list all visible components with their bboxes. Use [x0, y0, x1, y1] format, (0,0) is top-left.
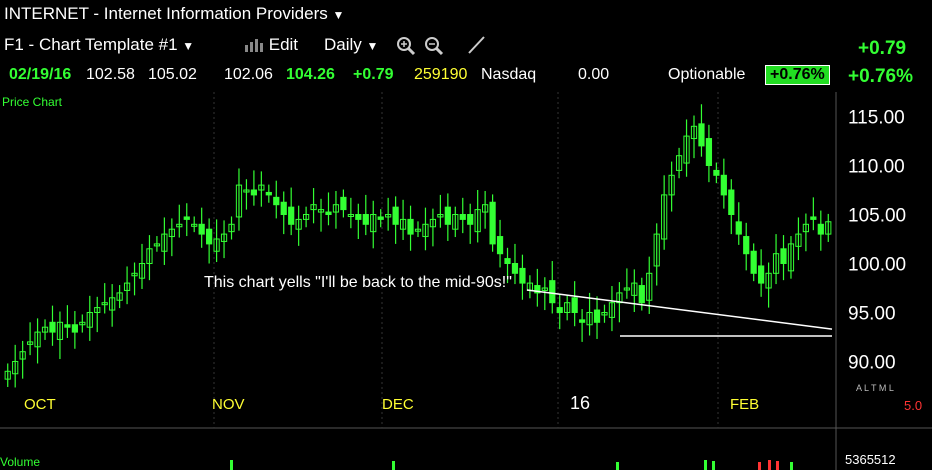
volume-bar — [392, 461, 395, 470]
scale-value: 5.0 — [904, 398, 923, 413]
zoom-in-icon[interactable] — [396, 36, 416, 61]
volume-bar — [712, 461, 715, 470]
y-tick-label: 100.00 — [848, 255, 906, 276]
template-selector[interactable]: F1 - Chart Template #1 ▼ — [4, 35, 194, 55]
volume-bar — [790, 462, 793, 470]
volume-panel-label: Volume — [0, 455, 41, 469]
candle-body — [743, 236, 750, 255]
candle-body — [810, 216, 817, 220]
x-tick-label: DEC — [382, 396, 414, 413]
quote-low: 102.06 — [224, 66, 273, 83]
quote-high: 105.02 — [148, 66, 197, 83]
y-tick-label: 90.00 — [848, 353, 896, 374]
y-tick-label: 95.00 — [848, 304, 896, 325]
volume-bar — [230, 460, 233, 470]
candle-body — [183, 216, 190, 220]
candle-body — [496, 236, 504, 255]
candle-body — [638, 285, 645, 304]
edit-button[interactable]: Edit — [244, 35, 298, 55]
candle-body — [392, 206, 399, 225]
quote-exchange: Nasdaq — [481, 66, 537, 83]
candle-body — [780, 248, 787, 265]
candle-body — [265, 191, 272, 196]
candle-body — [459, 214, 466, 220]
volume-bar — [768, 460, 771, 470]
candle-body — [64, 324, 71, 328]
zoom-out-icon[interactable] — [424, 36, 444, 61]
quote-row: 02/19/16 102.58 105.02 102.06 104.26 +0.… — [0, 64, 932, 86]
candle-body — [519, 267, 526, 284]
candle-body — [250, 189, 258, 196]
x-tick-label: NOV — [212, 396, 245, 413]
y-tick-label: 105.00 — [848, 206, 906, 227]
draw-line-icon[interactable] — [466, 35, 486, 60]
volume-bar — [776, 461, 779, 470]
candle-body — [273, 196, 280, 206]
candle-body — [325, 211, 332, 216]
candle-body — [377, 216, 384, 220]
candle-body — [206, 228, 213, 245]
scale-letters: A L T M L — [856, 383, 894, 393]
candle-body — [750, 250, 757, 274]
bar-chart-icon — [244, 37, 264, 52]
annotation-text: This chart yells "I'll be back to the mi… — [204, 274, 512, 291]
interval-dropdown-icon[interactable]: ▼ — [367, 39, 379, 53]
edit-label: Edit — [268, 35, 299, 54]
candle-body — [735, 221, 742, 235]
candle-body — [720, 174, 727, 196]
volume-value: 5365512 — [845, 452, 896, 467]
candle-body — [198, 223, 205, 235]
candle-body — [444, 206, 451, 225]
candle-body — [49, 321, 56, 333]
quote-date: 02/19/16 — [9, 66, 72, 83]
change-value: +0.79 — [858, 38, 907, 59]
candle-body — [549, 280, 556, 304]
candle-body — [511, 263, 519, 274]
template-name: F1 - Chart Template #1 — [4, 35, 178, 54]
price-panel-label: Price Chart — [2, 95, 63, 109]
candle-body — [280, 201, 287, 215]
quote-open: 102.58 — [86, 66, 135, 83]
candle-body — [593, 309, 601, 323]
optionable-label: Optionable — [668, 66, 746, 83]
x-tick-label: 16 — [570, 393, 590, 413]
candle-body — [571, 297, 578, 313]
candle-body — [362, 214, 369, 225]
candle-body — [489, 201, 496, 245]
candle-body — [407, 218, 414, 235]
y-tick-label: 115.00 — [848, 108, 905, 129]
candle-body — [705, 138, 713, 167]
percent-badge: +0.76% — [765, 65, 830, 85]
candle-body — [556, 307, 563, 314]
chart-title[interactable]: INTERNET - Internet Information Provider… — [4, 4, 344, 24]
quote-extra: 0.00 — [578, 66, 610, 83]
candle-body — [728, 189, 735, 215]
quote-volume: 259190 — [414, 66, 468, 83]
candle-body — [340, 196, 347, 211]
x-tick-label: OCT — [24, 396, 56, 413]
candle-body — [698, 123, 705, 147]
volume-bar — [758, 462, 761, 470]
candle-body — [355, 214, 362, 220]
candle-body — [467, 214, 474, 225]
title-dropdown-icon[interactable]: ▼ — [332, 8, 344, 22]
y-tick-label: 110.00 — [848, 157, 905, 178]
quote-change: +0.79 — [353, 66, 394, 83]
candle-body — [71, 324, 78, 333]
candle-body — [578, 319, 586, 323]
candle-body — [288, 206, 295, 225]
volume-bar — [704, 460, 707, 470]
candle-body — [713, 169, 720, 176]
candle-body — [817, 223, 824, 235]
quote-close: 104.26 — [286, 66, 335, 83]
chart-title-text: INTERNET - Internet Information Provider… — [4, 4, 328, 23]
x-tick-label: FEB — [730, 396, 759, 413]
interval-label: Daily — [324, 35, 362, 54]
volume-bar — [616, 462, 619, 470]
candle-body — [758, 265, 765, 284]
candle-body — [504, 258, 511, 265]
template-dropdown-icon[interactable]: ▼ — [182, 39, 194, 53]
interval-selector[interactable]: Daily ▼ — [324, 35, 378, 55]
